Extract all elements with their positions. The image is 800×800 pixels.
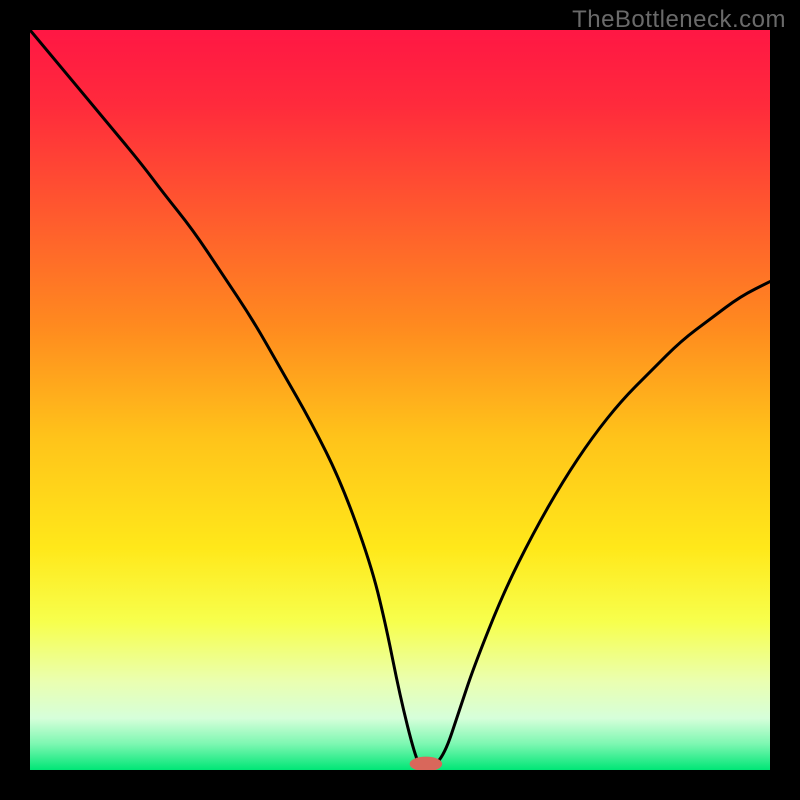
gradient-background (30, 30, 770, 770)
chart-svg (30, 30, 770, 770)
plot-area (30, 30, 770, 770)
watermark-text: TheBottleneck.com (572, 6, 786, 34)
chart-frame: TheBottleneck.com (0, 0, 800, 800)
